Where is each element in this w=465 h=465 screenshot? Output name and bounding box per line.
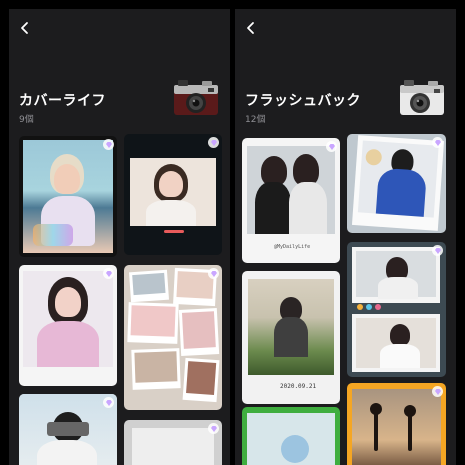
- diamond-icon: [105, 141, 112, 148]
- retro-camera-icon-red: [172, 75, 220, 119]
- template-card[interactable]: [347, 134, 446, 233]
- template-card[interactable]: [124, 265, 222, 410]
- premium-badge: [432, 137, 443, 148]
- retro-camera-icon-white: [398, 75, 446, 119]
- template-card[interactable]: [124, 134, 222, 255]
- template-card[interactable]: [242, 407, 340, 465]
- template-card[interactable]: @MyDailyLife: [242, 138, 340, 263]
- item-count: 12個: [245, 115, 266, 125]
- page-title: フラッシュバック: [245, 93, 361, 109]
- premium-badge: [103, 397, 114, 408]
- premium-badge: [208, 268, 219, 279]
- template-card[interactable]: [124, 420, 222, 465]
- template-card[interactable]: 2020.09.21: [242, 271, 340, 404]
- template-card[interactable]: [19, 136, 117, 257]
- chevron-left-icon: [21, 22, 28, 34]
- item-count: 9個: [19, 115, 34, 125]
- card-caption: @MyDailyLife: [274, 244, 311, 250]
- diamond-icon: [434, 139, 441, 146]
- template-card[interactable]: [19, 394, 117, 465]
- back-button[interactable]: [243, 20, 259, 36]
- card-caption: 2020.09.21: [280, 383, 317, 390]
- template-card[interactable]: [347, 242, 446, 377]
- diamond-icon: [434, 247, 441, 254]
- template-card[interactable]: [19, 265, 117, 386]
- template-panel-cover-life: カバーライフ 9個: [9, 9, 230, 465]
- diamond-icon: [210, 139, 217, 146]
- premium-badge: [103, 268, 114, 279]
- template-card[interactable]: [347, 383, 446, 465]
- template-panel-flashback: フラッシュバック 12個 @MyDailyLife 2020.09.21: [235, 9, 456, 465]
- premium-badge: [432, 245, 443, 256]
- premium-badge: [326, 141, 337, 152]
- premium-badge: [208, 423, 219, 434]
- diamond-icon: [210, 425, 217, 432]
- premium-badge: [432, 386, 443, 397]
- diamond-icon: [105, 399, 112, 406]
- chevron-left-icon: [247, 22, 254, 34]
- page-title: カバーライフ: [19, 93, 106, 109]
- premium-badge: [208, 137, 219, 148]
- diamond-icon: [210, 270, 217, 277]
- premium-badge: [103, 139, 114, 150]
- diamond-icon: [434, 388, 441, 395]
- diamond-icon: [105, 270, 112, 277]
- back-button[interactable]: [17, 20, 33, 36]
- diamond-icon: [328, 143, 335, 150]
